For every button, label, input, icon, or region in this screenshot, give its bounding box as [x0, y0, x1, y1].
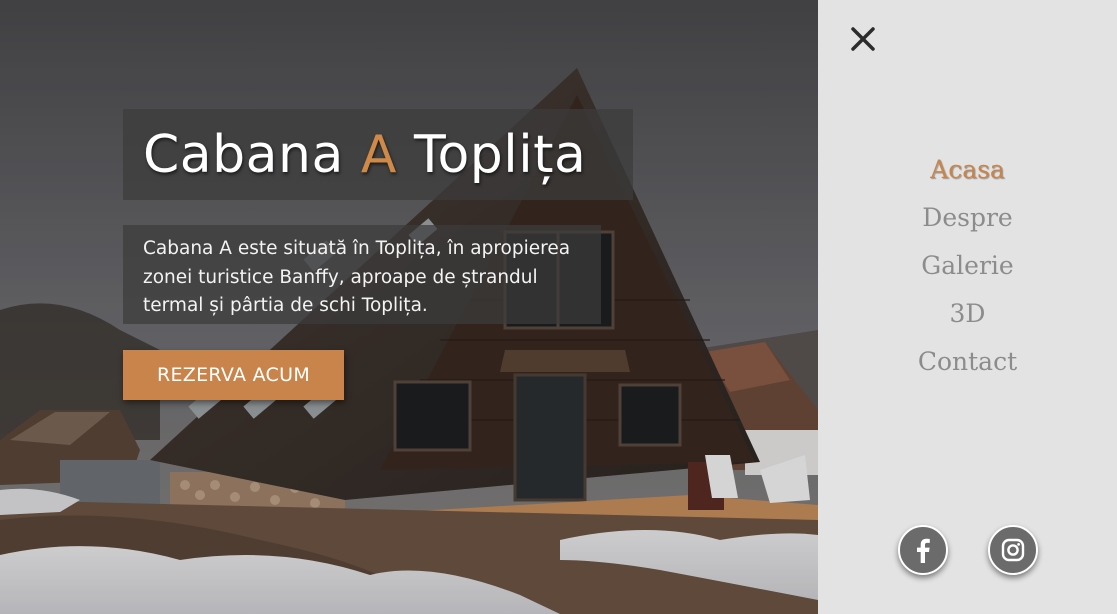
nav-item-despre[interactable]: Despre [818, 194, 1117, 242]
nav-link-contact[interactable]: Contact [918, 347, 1017, 376]
facebook-button[interactable] [898, 525, 948, 575]
reserve-now-button[interactable]: REZERVA ACUM [123, 350, 344, 400]
nav-link-despre[interactable]: Despre [922, 203, 1012, 232]
title-box: Cabana A Toplița [123, 109, 633, 200]
page-title: Cabana A Toplița [143, 125, 586, 185]
nav-item-galerie[interactable]: Galerie [818, 242, 1117, 290]
hero-section: Cabana A Toplița Cabana A este situată î… [0, 0, 818, 614]
title-part1: Cabana [143, 124, 361, 185]
description-box: Cabana A este situată în Toplița, în apr… [123, 225, 601, 324]
close-icon[interactable] [848, 24, 878, 54]
title-part2: Toplița [396, 124, 587, 185]
nav-link-acasa[interactable]: Acasa [930, 155, 1005, 184]
nav-link-galerie[interactable]: Galerie [921, 251, 1013, 280]
title-accent: A [360, 124, 397, 185]
nav-item-acasa[interactable]: Acasa [818, 146, 1117, 194]
nav-item-3d[interactable]: 3D [818, 290, 1117, 338]
nav-link-3d[interactable]: 3D [950, 299, 986, 328]
nav-item-contact[interactable]: Contact [818, 338, 1117, 386]
side-menu: Acasa Despre Galerie 3D Contact [818, 0, 1117, 614]
facebook-icon [917, 538, 930, 563]
main-nav: Acasa Despre Galerie 3D Contact [818, 146, 1117, 386]
instagram-button[interactable] [988, 525, 1038, 575]
description-text: Cabana A este situată în Toplița, în apr… [143, 238, 571, 316]
instagram-icon [1001, 538, 1025, 562]
